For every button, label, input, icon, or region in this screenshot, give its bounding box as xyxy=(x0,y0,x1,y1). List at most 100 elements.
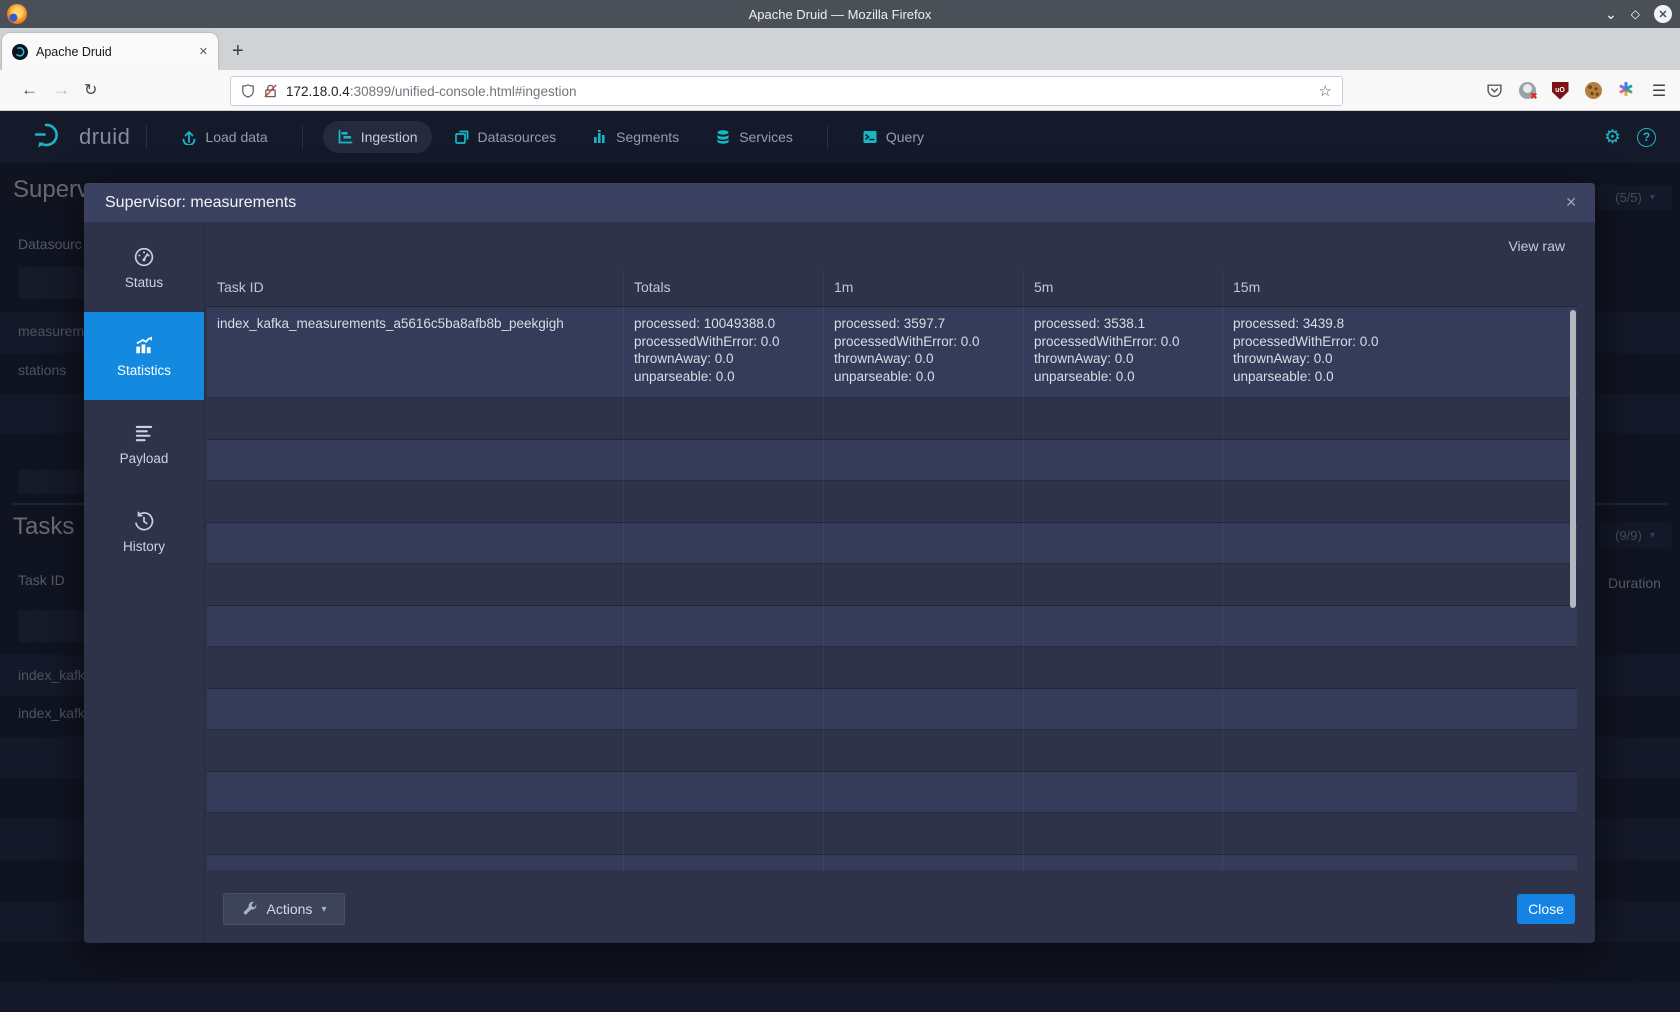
tab-label: History xyxy=(123,539,165,554)
page-background: Superv (5/5) ▾ Datasourc measurem statio… xyxy=(0,163,1680,1012)
modal-close-icon[interactable]: ✕ xyxy=(1565,194,1577,211)
actions-button[interactable]: Actions ▾ xyxy=(223,893,345,925)
column-header-5m[interactable]: 5m xyxy=(1023,270,1222,306)
tab-history[interactable]: History xyxy=(84,488,204,576)
chevron-down-icon: ▾ xyxy=(321,904,326,915)
ublock-icon[interactable]: uO xyxy=(1551,82,1569,100)
modal-header: Supervisor: measurements ✕ xyxy=(84,183,1595,222)
empty-cell xyxy=(1023,689,1222,730)
align-left-icon xyxy=(133,422,155,444)
cell-15m: processed: 3439.8 processedWithError: 0.… xyxy=(1222,307,1577,397)
table-row xyxy=(207,689,1577,731)
empty-cell xyxy=(823,606,1023,647)
nav-ingestion[interactable]: Ingestion xyxy=(323,121,432,153)
nav-label: Datasources xyxy=(478,129,557,145)
empty-cell xyxy=(1023,730,1222,771)
menu-icon[interactable]: ☰ xyxy=(1650,82,1668,100)
nav-label: Segments xyxy=(616,129,679,145)
pocket-icon[interactable] xyxy=(1485,82,1503,100)
nav-load-data[interactable]: Load data xyxy=(167,121,281,153)
supervisors-count-button[interactable]: (5/5) ▾ xyxy=(1598,185,1672,210)
supervisor-row[interactable]: stations xyxy=(18,362,66,378)
reload-icon[interactable]: ↻ xyxy=(84,80,97,100)
window-maximize-icon[interactable]: ◇ xyxy=(1631,8,1640,20)
empty-cell xyxy=(207,523,623,564)
table-row xyxy=(207,481,1577,523)
datasource-column-label: Datasourc xyxy=(18,236,82,252)
stack-icon xyxy=(454,129,470,145)
duration-column-label: Duration xyxy=(1608,575,1661,591)
empty-cell xyxy=(207,772,623,813)
task-row[interactable]: index_kafk xyxy=(18,705,85,721)
empty-cell xyxy=(623,606,823,647)
empty-cell xyxy=(1023,564,1222,605)
statistics-table: Task ID Totals 1m 5m 15m index_kafka_mea… xyxy=(207,270,1577,870)
empty-cell xyxy=(1222,730,1577,771)
column-header-1m[interactable]: 1m xyxy=(823,270,1023,306)
bookmark-star-icon[interactable]: ☆ xyxy=(1319,82,1332,100)
empty-cell xyxy=(207,481,623,522)
url-bar[interactable]: 172.18.0.4:30899/unified-console.html#in… xyxy=(230,76,1343,106)
privacy-extension-icon[interactable]: ✖ xyxy=(1518,82,1536,100)
chevron-down-icon: ▾ xyxy=(1650,192,1655,203)
new-tab-button[interactable]: + xyxy=(232,38,244,64)
back-icon[interactable]: ← xyxy=(21,80,38,100)
empty-cell xyxy=(823,523,1023,564)
empty-cell xyxy=(623,523,823,564)
tab-statistics[interactable]: Statistics xyxy=(84,312,204,400)
view-raw-link[interactable]: View raw xyxy=(1508,238,1565,254)
column-header-task-id[interactable]: Task ID xyxy=(207,270,623,306)
window-close-icon[interactable]: ✕ xyxy=(1654,5,1672,23)
empty-cell xyxy=(823,855,1023,871)
tab-payload[interactable]: Payload xyxy=(84,400,204,488)
tab-label: Payload xyxy=(120,451,169,466)
table-scrollbar[interactable] xyxy=(1570,310,1576,608)
database-icon xyxy=(715,129,731,145)
url-path: :30899/unified-console.html#ingestion xyxy=(350,84,577,99)
druid-favicon-icon xyxy=(12,44,28,60)
browser-tab[interactable]: Apache Druid ✕ xyxy=(2,33,218,70)
tab-close-icon[interactable]: ✕ xyxy=(199,45,208,58)
empty-cell xyxy=(623,564,823,605)
table-empty-rows xyxy=(207,398,1577,870)
supervisor-modal: Supervisor: measurements ✕ Status Statis… xyxy=(84,183,1595,943)
table-row xyxy=(207,772,1577,814)
nav-datasources[interactable]: Datasources xyxy=(440,121,571,153)
window-minimize-icon[interactable]: ⌄ xyxy=(1605,7,1617,21)
column-header-15m[interactable]: 15m xyxy=(1222,270,1577,306)
nav-label: Ingestion xyxy=(361,129,418,145)
empty-cell xyxy=(1023,855,1222,871)
tasks-count-button[interactable]: (9/9) ▾ xyxy=(1598,523,1672,548)
empty-cell xyxy=(1222,813,1577,854)
nav-services[interactable]: Services xyxy=(701,121,807,153)
modal-title: Supervisor: measurements xyxy=(105,194,296,212)
table-row xyxy=(207,440,1577,482)
cell-1m: processed: 3597.7 processedWithError: 0.… xyxy=(823,307,1023,397)
tab-status[interactable]: Status xyxy=(84,224,204,312)
empty-cell xyxy=(207,398,623,439)
cookie-extension-icon[interactable] xyxy=(1584,82,1602,100)
nav-label: Query xyxy=(886,129,924,145)
task-row[interactable]: index_kafk xyxy=(18,667,85,683)
empty-cell xyxy=(1222,564,1577,605)
empty-cell xyxy=(207,606,623,647)
supervisors-pager[interactable] xyxy=(18,470,84,494)
empty-cell xyxy=(207,855,623,871)
forward-icon[interactable]: → xyxy=(53,80,70,100)
window-titlebar: Apache Druid — Mozilla Firefox ⌄ ◇ ✕ xyxy=(0,0,1680,28)
help-icon[interactable]: ? xyxy=(1637,128,1656,147)
tab-label: Status xyxy=(125,275,163,290)
empty-cell xyxy=(823,730,1023,771)
supervisor-row[interactable]: measurem xyxy=(18,323,84,339)
nav-segments[interactable]: Segments xyxy=(578,121,693,153)
empty-cell xyxy=(1023,398,1222,439)
nav-query[interactable]: Query xyxy=(848,121,938,153)
table-row xyxy=(207,564,1577,606)
empty-cell xyxy=(623,772,823,813)
gear-icon[interactable]: ⚙ xyxy=(1604,126,1621,149)
close-button[interactable]: Close xyxy=(1517,894,1575,924)
shield-icon[interactable] xyxy=(241,83,255,99)
column-header-totals[interactable]: Totals xyxy=(623,270,823,306)
asterisk-extension-icon[interactable]: ✱ xyxy=(1617,82,1635,100)
insecure-lock-icon[interactable] xyxy=(263,83,278,99)
